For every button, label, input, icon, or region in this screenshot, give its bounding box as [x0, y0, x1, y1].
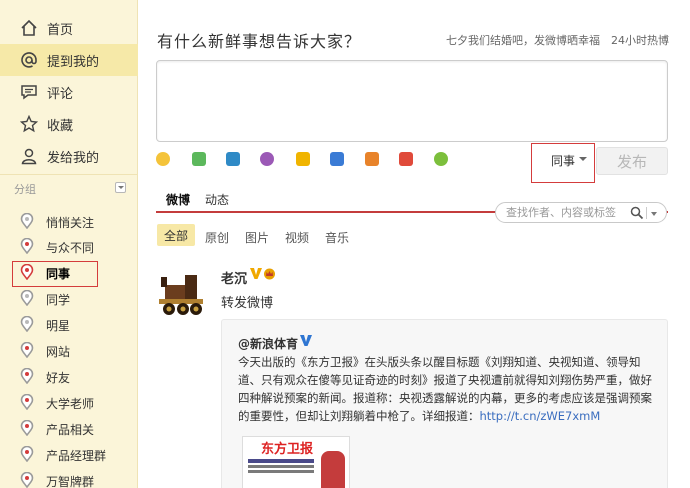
person-icon	[19, 146, 39, 166]
video-icon[interactable]	[226, 152, 240, 166]
hot-posts-link[interactable]: 24小时热博	[611, 32, 669, 48]
group-item[interactable]: 明星	[0, 311, 138, 337]
repost-link[interactable]: http://t.cn/zWE7xmM	[480, 409, 601, 423]
filter-music[interactable]: 音乐	[325, 229, 349, 246]
nav-item-mentions[interactable]: 提到我的	[0, 44, 138, 76]
composer-prompt: 有什么新鲜事想告诉大家？	[157, 32, 362, 51]
group-pin-icon	[20, 289, 34, 307]
group-header: 分组	[14, 181, 126, 196]
group-item[interactable]: 同学	[0, 285, 138, 311]
home-icon	[19, 18, 39, 38]
chart-icon[interactable]	[365, 152, 379, 166]
comment-icon	[19, 82, 39, 102]
group-pin-icon	[20, 393, 34, 411]
visibility-select[interactable]: 同事	[531, 143, 595, 183]
filter-original[interactable]: 原创	[205, 229, 229, 246]
repost-text: 今天出版的《东方卫报》在头版头条以醒目标题《刘翔知道、央视知道、领导知道、只有观…	[238, 353, 656, 425]
group-item[interactable]: 同事	[0, 259, 138, 285]
tab-activity[interactable]: 动态	[205, 191, 229, 208]
search-input[interactable]	[506, 205, 621, 220]
nav-item-comments[interactable]: 评论	[0, 76, 138, 108]
topic-icon[interactable]	[296, 152, 310, 166]
nav-label-comments: 评论	[47, 86, 74, 102]
music-icon[interactable]	[260, 152, 274, 166]
tab-weibo[interactable]: 微博	[166, 191, 190, 208]
star-icon	[19, 114, 39, 134]
group-header-label: 分组	[14, 183, 36, 196]
nav-label-home: 首页	[47, 22, 74, 38]
group-item-label: 产品相关	[46, 423, 95, 437]
search-separator	[646, 207, 647, 219]
avatar[interactable]	[155, 267, 207, 317]
hot-topic-link[interactable]: 七夕我们结婚吧，发微博晒幸福	[446, 32, 600, 48]
sidebar: 首页 提到我的 评论 收藏 发给我的 分组 悄悄关注与众不同同事同学明星网站好友…	[0, 0, 138, 488]
group-item-label: 同事	[46, 267, 71, 281]
filter-videos[interactable]: 视频	[285, 229, 309, 246]
group-item[interactable]: 与众不同	[0, 233, 138, 259]
group-item[interactable]: 产品经理群	[0, 441, 138, 467]
group-item[interactable]: 产品相关	[0, 415, 138, 441]
group-collapse-icon[interactable]	[115, 182, 126, 193]
repost-image-line	[248, 470, 314, 473]
repost-image-figure	[321, 451, 345, 488]
image-icon[interactable]	[192, 152, 206, 166]
group-pin-icon	[20, 315, 34, 333]
at-icon	[19, 50, 39, 70]
repost-image[interactable]: 东方卫报	[242, 436, 350, 488]
repost-image-title: 东方卫报	[261, 442, 314, 457]
chevron-down-icon	[579, 157, 587, 161]
search-dropdown-icon[interactable]	[651, 212, 657, 216]
weather-icon[interactable]	[434, 152, 448, 166]
nav-item-home[interactable]: 首页	[0, 12, 138, 44]
emoji-icon[interactable]	[156, 152, 170, 166]
group-pin-icon	[20, 471, 34, 488]
nav-item-messages[interactable]: 发给我的	[0, 140, 138, 172]
group-item-label: 同学	[46, 293, 71, 307]
publish-button[interactable]: 发布	[596, 147, 668, 175]
group-item[interactable]: 网站	[0, 337, 138, 363]
nav-label-messages: 发给我的	[47, 150, 100, 166]
group-item-label: 万智牌群	[46, 475, 95, 488]
filter-images[interactable]: 图片	[245, 229, 269, 246]
group-pin-icon	[20, 341, 34, 359]
verified-v-icon	[299, 333, 313, 347]
group-item-label: 好友	[46, 371, 71, 385]
group-item[interactable]: 万智牌群	[0, 467, 138, 488]
verified-badge-icon	[249, 266, 263, 280]
group-item-label: 产品经理群	[46, 449, 107, 463]
group-item[interactable]: 大学老师	[0, 389, 138, 415]
gift-icon[interactable]	[399, 152, 413, 166]
group-item-label: 明星	[46, 319, 71, 333]
group-pin-icon	[20, 445, 34, 463]
compose-textarea[interactable]	[156, 60, 668, 142]
nav-label-mentions: 提到我的	[47, 54, 100, 70]
filter-all[interactable]: 全部	[157, 224, 195, 246]
group-item[interactable]: 好友	[0, 363, 138, 389]
search-icon[interactable]	[630, 206, 644, 220]
group-item-label: 悄悄关注	[46, 216, 95, 230]
vote-icon[interactable]	[330, 152, 344, 166]
group-item-label: 网站	[46, 345, 71, 359]
group-pin-icon	[20, 367, 34, 385]
group-pin-icon	[20, 263, 34, 281]
repost-author[interactable]: @新浪体育	[238, 335, 298, 352]
repost-image-line	[248, 465, 314, 468]
group-pin-icon	[20, 419, 34, 437]
repost-card: @新浪体育 今天出版的《东方卫报》在头版头条以醒目标题《刘翔知道、央视知道、领导…	[221, 319, 668, 488]
repost-image-headline	[248, 459, 314, 463]
post-text: 转发微博	[221, 296, 274, 311]
group-item-label: 与众不同	[46, 241, 95, 255]
nav-label-favorites: 收藏	[47, 118, 74, 134]
post-author[interactable]: 老沉	[221, 268, 247, 287]
group-item[interactable]: 悄悄关注	[0, 208, 138, 234]
sidebar-divider	[0, 174, 138, 175]
group-item-label: 大学老师	[46, 397, 95, 411]
group-pin-icon	[20, 237, 34, 255]
visibility-label: 同事	[551, 154, 576, 168]
nav-item-favorites[interactable]: 收藏	[0, 108, 138, 140]
crown-icon	[263, 268, 276, 280]
search-box[interactable]	[495, 202, 667, 223]
group-pin-icon	[20, 212, 34, 230]
